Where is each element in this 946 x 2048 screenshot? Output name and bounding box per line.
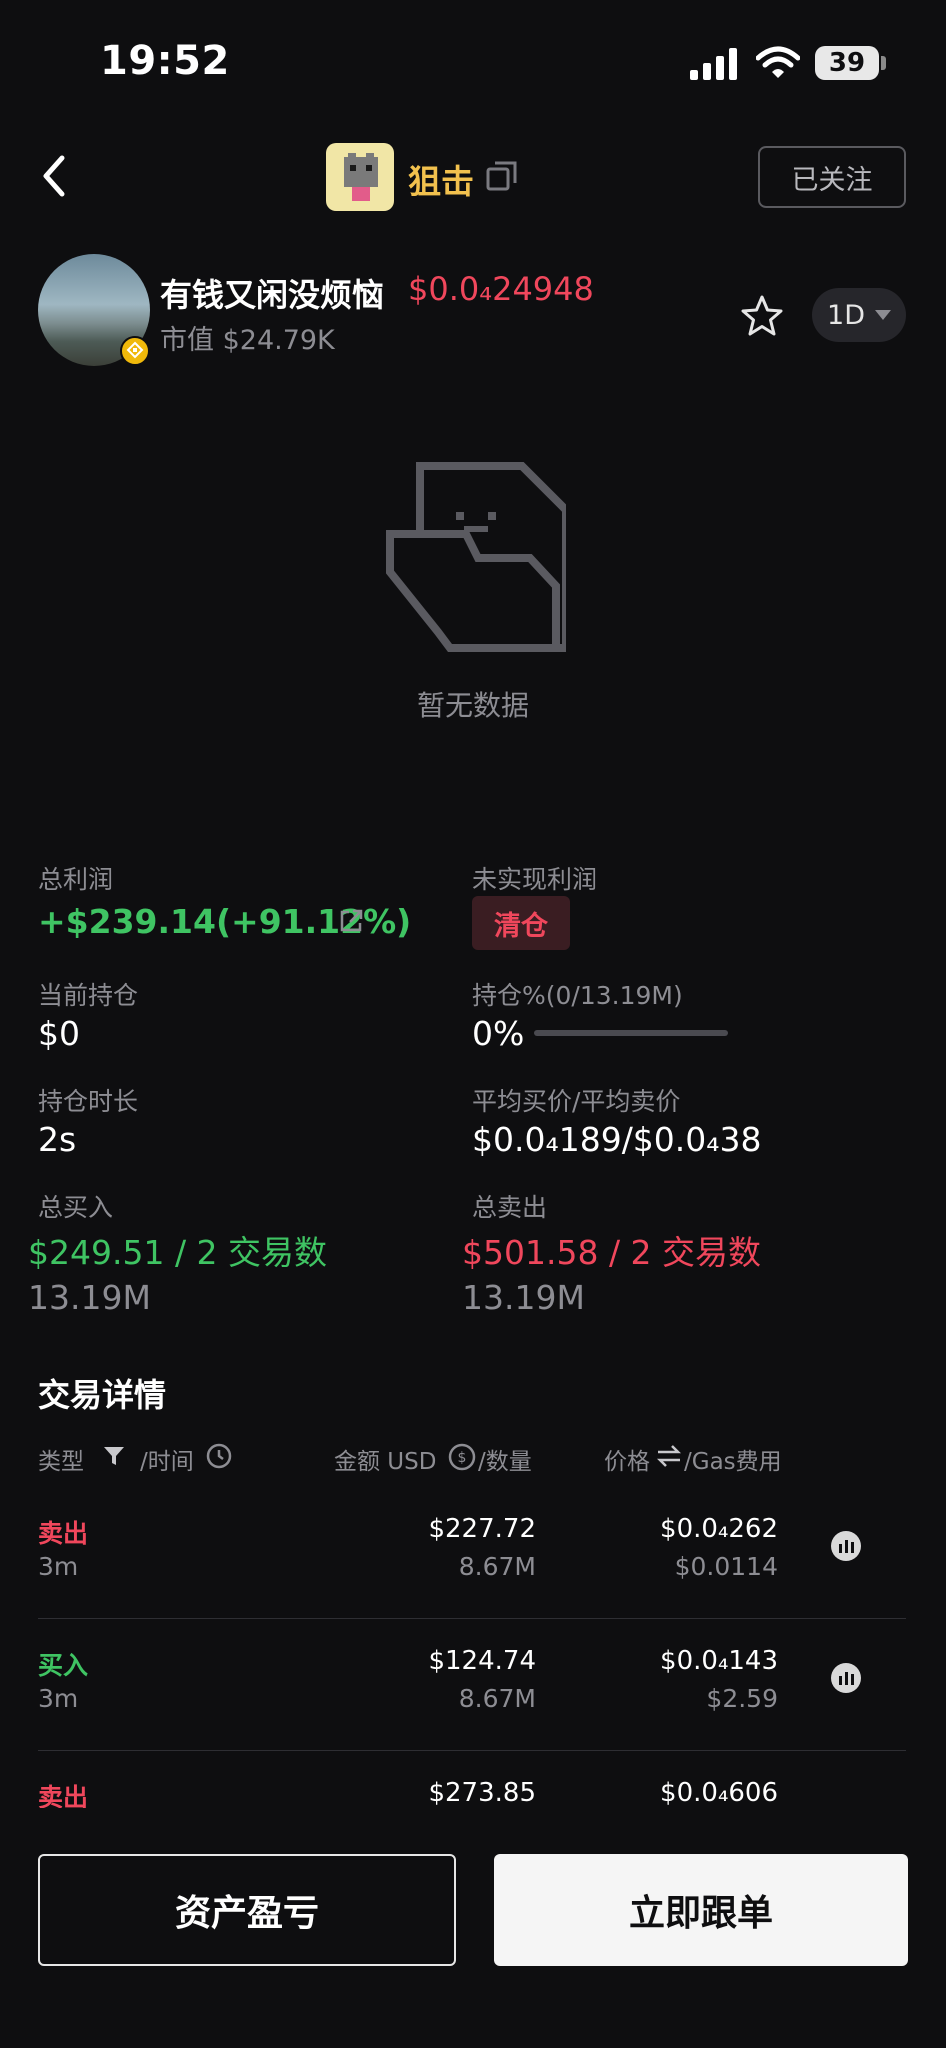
trade-time: 3m [38, 1684, 79, 1713]
total-sell-value: $501.58 / 2 交易数 [462, 1233, 762, 1272]
clock-icon[interactable] [206, 1443, 232, 1469]
pixel-mascot-icon [344, 153, 378, 201]
trade-price: $0.0₄262 [660, 1514, 778, 1544]
trade-row[interactable]: 买入 3m $124.74 8.67M $0.0₄143 $2.59 [38, 1642, 906, 1722]
duration-label: 持仓时长 [38, 1087, 139, 1116]
position-label: 当前持仓 [38, 981, 139, 1010]
chevron-down-icon [874, 310, 891, 320]
bnb-chain-icon [120, 336, 150, 366]
sniper-avatar [326, 143, 394, 211]
unrealized-profit-label: 未实现利润 [472, 865, 598, 894]
trade-row[interactable]: 卖出 3m $227.72 8.67M $0.0₄262 $0.0114 [38, 1510, 906, 1590]
wifi-icon [756, 46, 800, 78]
time-range-value: 1D [827, 299, 865, 331]
star-icon[interactable] [740, 294, 784, 338]
empty-state-text: 暂无数据 [416, 689, 529, 722]
signal-icon [690, 48, 737, 80]
avg-price-value: $0.0₄189/$0.0₄38 [472, 1120, 762, 1159]
total-sell-label: 总卖出 [472, 1193, 548, 1222]
trade-price: $0.0₄606 [660, 1778, 778, 1808]
asset-pnl-button[interactable]: 资产盈亏 [38, 1854, 456, 1966]
header-price: 价格 [604, 1449, 650, 1475]
token-name: 有钱又闲没烦恼 [160, 276, 385, 314]
trade-amount: $124.74 [428, 1646, 536, 1676]
header-qty: /数量 [478, 1449, 532, 1475]
swap-icon[interactable] [656, 1444, 682, 1468]
header-type: 类型 [38, 1449, 84, 1475]
kline-icon[interactable] [830, 1662, 862, 1694]
trade-amount: $227.72 [428, 1514, 536, 1544]
total-buy-label: 总买入 [38, 1193, 114, 1222]
trade-time: 3m [38, 1552, 79, 1581]
token-price: $0.0₄24948 [408, 270, 594, 308]
copy-icon[interactable] [486, 160, 518, 192]
kline-icon[interactable] [830, 1530, 862, 1562]
svg-text:$: $ [458, 1450, 467, 1466]
back-arrow-icon[interactable] [38, 152, 70, 200]
trade-qty: 8.67M [458, 1684, 536, 1713]
trade-type: 买入 [38, 1651, 89, 1680]
currency-toggle-icon[interactable]: $ [448, 1443, 476, 1471]
trade-details-title: 交易详情 [38, 1376, 167, 1414]
battery-tip [881, 56, 886, 70]
duration-value: 2s [38, 1120, 77, 1159]
following-button[interactable]: 已关注 [758, 146, 906, 208]
filter-icon[interactable] [102, 1444, 126, 1468]
market-cap: 市值 $24.79K [160, 325, 335, 356]
status-time: 19:52 [100, 38, 230, 84]
trade-qty: 8.67M [458, 1552, 536, 1581]
empty-folder-icon [386, 462, 566, 652]
trade-gas: $0.0114 [674, 1552, 778, 1581]
header-time: /时间 [140, 1449, 194, 1475]
row-divider [38, 1750, 906, 1751]
total-sell-qty: 13.19M [462, 1278, 585, 1317]
external-link-icon[interactable] [338, 908, 364, 934]
position-value: $0 [38, 1014, 80, 1053]
header-gas: /Gas费用 [684, 1449, 782, 1475]
holding-pct-label: 持仓%(0/13.19M) [472, 981, 683, 1010]
row-divider [38, 1618, 906, 1619]
trade-type: 卖出 [38, 1519, 89, 1548]
holding-progress-bar [534, 1030, 728, 1036]
total-buy-value: $249.51 / 2 交易数 [28, 1233, 328, 1272]
battery-indicator: 39 [815, 46, 879, 80]
total-profit-label: 总利润 [38, 865, 114, 894]
trade-amount: $273.85 [428, 1778, 536, 1808]
avg-price-label: 平均买价/平均卖价 [472, 1087, 681, 1116]
time-range-select[interactable]: 1D [812, 288, 906, 342]
sniper-label: 狙击 [408, 162, 474, 201]
header-amount: 金额 USD [334, 1449, 437, 1475]
trade-price: $0.0₄143 [660, 1646, 778, 1676]
copy-trade-button[interactable]: 立即跟单 [494, 1854, 908, 1966]
holding-pct-value: 0% [472, 1014, 525, 1053]
total-buy-qty: 13.19M [28, 1278, 151, 1317]
cleared-badge: 清仓 [472, 896, 570, 950]
trade-gas: $2.59 [706, 1684, 778, 1713]
